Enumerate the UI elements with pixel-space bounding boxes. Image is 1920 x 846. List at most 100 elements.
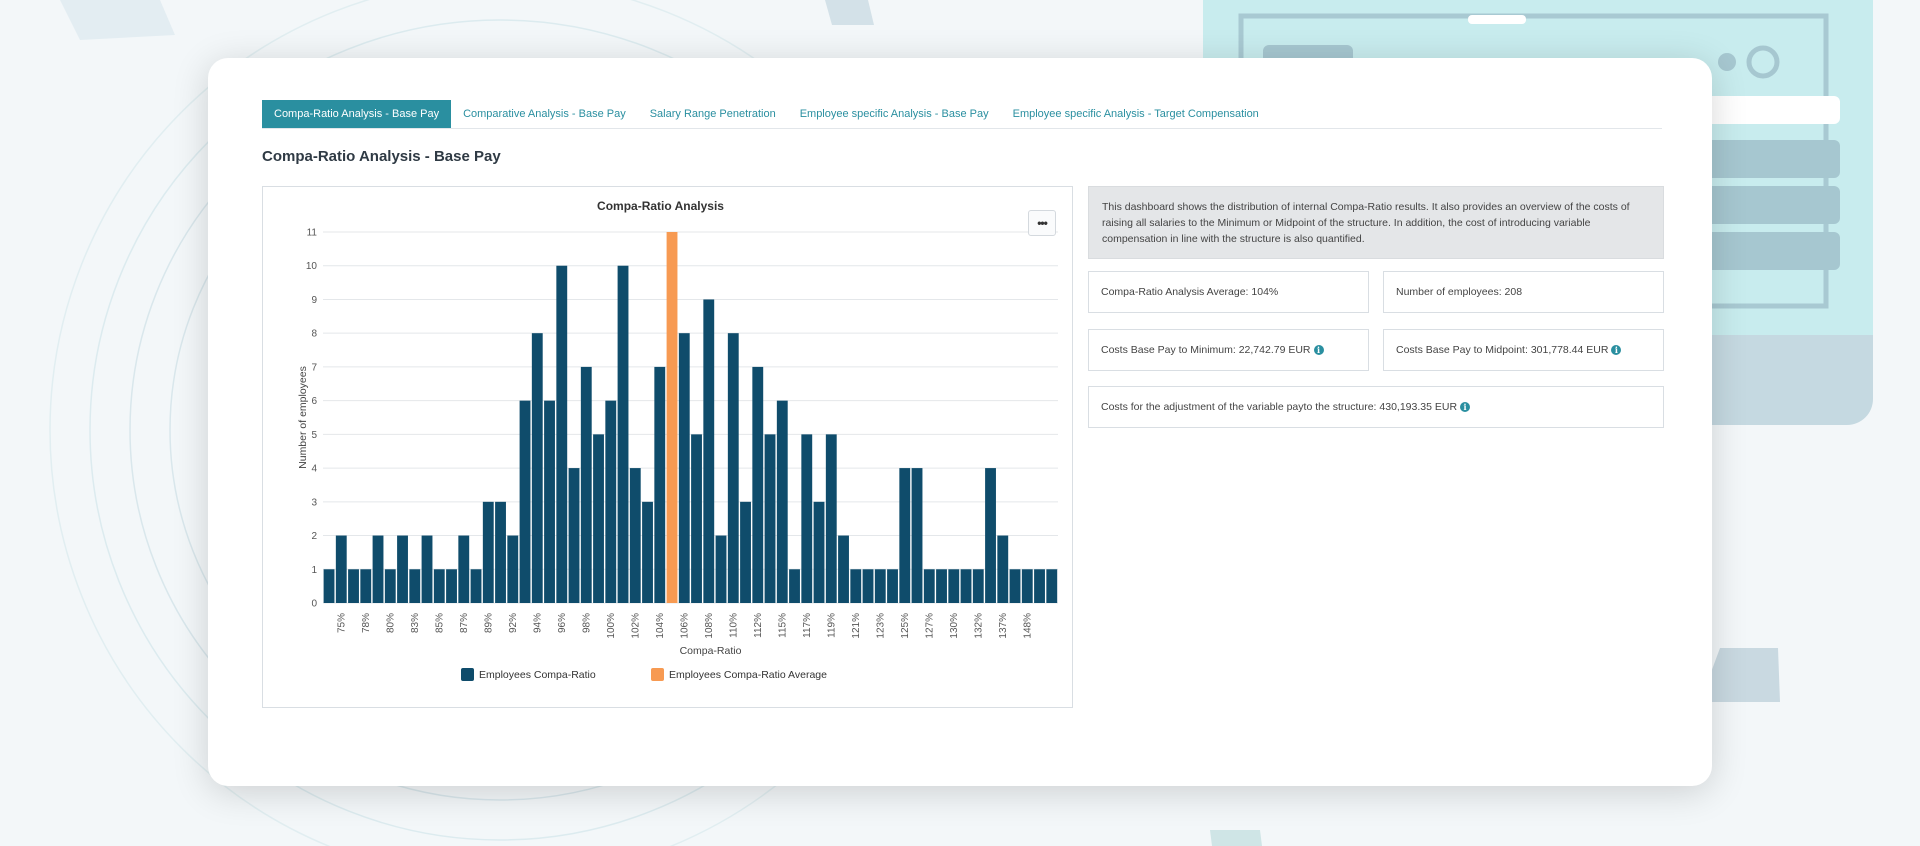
y-tick-label: 11 [307,228,318,239]
x-tick-label: 119% [826,613,837,638]
y-tick-label: 3 [311,497,317,508]
bar [997,535,1009,603]
bar [899,468,911,603]
bar [874,569,886,603]
x-tick-label: 78% [361,613,372,633]
bar [936,569,947,603]
bar [764,434,776,603]
bar [323,569,335,603]
x-tick-label: 123% [875,613,886,639]
bar [580,366,592,603]
legend-label-employees: Employees Compa-Ratio [479,669,596,681]
y-tick-label: 6 [311,396,317,407]
bar [678,333,690,603]
x-tick-label: 83% [410,613,421,633]
legend-label-average: Employees Compa-Ratio Average [669,669,827,681]
tab-bar: Compa-Ratio Analysis - Base Pay Comparat… [262,100,1662,129]
dashboard-description: This dashboard shows the distribution of… [1088,186,1664,259]
bar [789,569,800,603]
bar [776,400,788,603]
bar [850,569,862,603]
x-tick-label: 110% [728,613,739,638]
y-tick-label: 2 [311,531,317,542]
bar [470,569,482,603]
cost-midpoint-text: Costs Base Pay to Midpoint: 301,778.44 E… [1396,344,1609,356]
page-title: Compa-Ratio Analysis - Base Pay [262,148,501,165]
x-tick-label: 102% [630,613,641,639]
bar [923,569,935,603]
y-tick-label: 10 [306,261,318,272]
bar [507,535,519,603]
legend-swatch-employees [461,668,474,681]
x-tick-label: 75% [336,613,347,633]
bar [838,535,849,603]
bar [519,400,531,603]
bar [531,333,543,603]
bar [715,535,727,603]
bar [727,333,739,603]
x-tick-label: 132% [973,613,984,639]
bar [752,366,764,603]
chart-menu-button[interactable]: ••• [1028,210,1056,236]
y-tick-label: 4 [311,464,317,475]
x-tick-label: 100% [606,613,617,639]
bar [1046,569,1058,603]
x-tick-label: 125% [900,613,911,639]
y-axis-label: Number of employees [297,366,309,469]
bar [556,265,568,603]
bar [972,569,984,603]
bar [605,400,617,603]
bar [433,569,445,603]
bar [544,400,555,603]
x-tick-label: 117% [802,613,813,638]
bar [495,501,506,603]
bar [568,468,580,603]
bar [948,569,960,603]
cost-minimum-stat: Costs Base Pay to Minimum: 22,742.79 EUR… [1088,329,1369,371]
bar [335,535,347,603]
bar [691,434,702,603]
bar [1009,569,1021,603]
bar [642,501,653,603]
info-icon[interactable]: i [1460,402,1471,412]
tab-salary-range-penetration[interactable]: Salary Range Penetration [638,100,788,128]
x-tick-label: 106% [679,613,690,639]
bar [384,569,396,603]
y-tick-label: 5 [311,430,317,441]
info-icon[interactable]: i [1611,345,1622,355]
info-icon[interactable]: i [1313,345,1324,355]
tab-comparative-analysis[interactable]: Comparative Analysis - Base Pay [451,100,638,128]
bar [813,501,825,603]
tab-employee-analysis-base-pay[interactable]: Employee specific Analysis - Base Pay [788,100,1001,128]
bar [409,569,421,603]
x-tick-label: 92% [508,613,519,633]
x-tick-label: 121% [851,613,862,639]
x-tick-label: 80% [385,613,396,633]
y-tick-label: 9 [311,295,317,306]
tab-employee-analysis-target-compensation[interactable]: Employee specific Analysis - Target Comp… [1001,100,1271,128]
bar [446,569,457,603]
x-tick-label: 148% [1022,613,1033,639]
bar [740,501,751,603]
bar [593,434,604,603]
y-tick-label: 7 [311,362,317,373]
tab-compa-ratio-analysis[interactable]: Compa-Ratio Analysis - Base Pay [262,100,452,128]
y-tick-label: 1 [311,565,317,576]
ellipsis-icon: ••• [1037,216,1048,230]
x-tick-label: 137% [998,613,1009,639]
x-tick-label: 112% [753,613,764,638]
bar [397,535,408,603]
x-tick-label: 98% [581,613,592,633]
average-stat-text: Compa-Ratio Analysis Average: 104% [1101,286,1279,298]
cost-minimum-text: Costs Base Pay to Minimum: 22,742.79 EUR [1101,344,1311,356]
bar [703,299,715,603]
bar [801,434,813,603]
bar [629,468,641,603]
bar [887,569,898,603]
bar [458,535,470,603]
cost-variable-stat: Costs for the adjustment of the variable… [1088,386,1664,428]
average-bar [666,232,678,603]
employees-stat-text: Number of employees: 208 [1396,286,1523,298]
bar [1021,569,1033,603]
employees-stat: Number of employees: 208 [1383,271,1664,313]
